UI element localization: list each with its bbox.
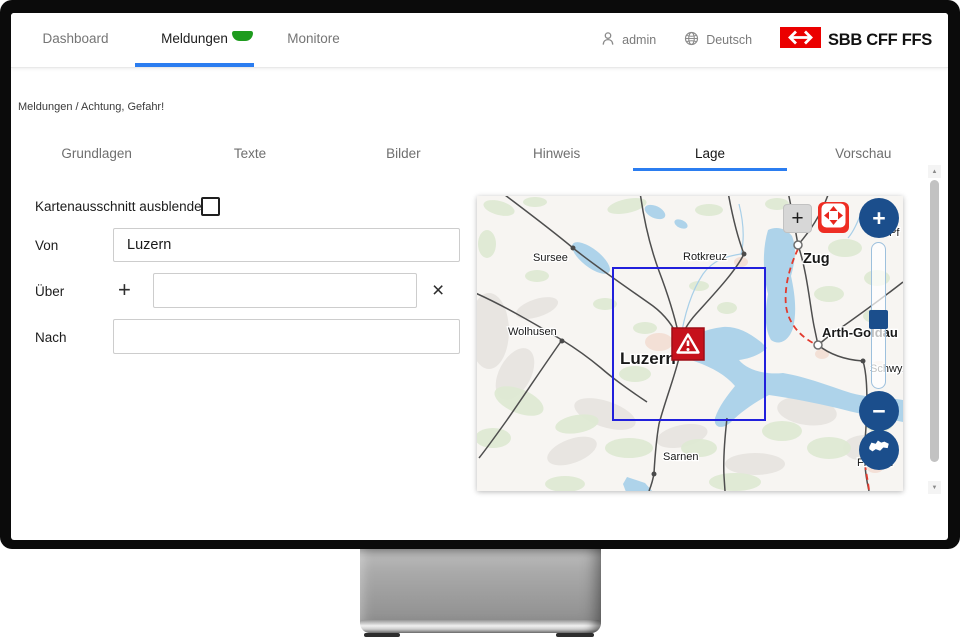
map-label-zug: Zug	[803, 251, 830, 267]
language-menu[interactable]: Deutsch	[684, 31, 752, 49]
nav-item-monitore[interactable]: Monitore	[254, 13, 373, 67]
nach-label: Nach	[35, 330, 67, 345]
language-label: Deutsch	[706, 33, 752, 47]
stand-foot-left	[364, 633, 400, 637]
clear-via-icon[interactable]: ×	[432, 280, 444, 301]
scroll-down-arrow[interactable]: ▼	[928, 481, 941, 494]
nav-utilities: admin Deutsch SBB CFF FFS	[601, 13, 948, 67]
globe-icon	[684, 31, 699, 49]
nach-input[interactable]	[113, 319, 460, 354]
von-input[interactable]	[113, 228, 460, 262]
switzerland-icon	[866, 434, 892, 466]
map-label-wolhusen: Wolhusen	[508, 326, 557, 338]
scrollbar-thumb[interactable]	[930, 180, 939, 462]
sbb-logo: SBB CFF FFS	[780, 27, 932, 53]
von-label: Von	[35, 238, 58, 253]
stand-foot-right	[556, 633, 594, 637]
zoom-in-button[interactable]: +	[859, 198, 899, 238]
user-icon	[601, 31, 615, 49]
tab-label: Lage	[695, 146, 725, 161]
warning-marker-icon[interactable]	[672, 328, 704, 360]
ueber-input[interactable]	[153, 273, 417, 308]
tab-hinweis[interactable]: Hinweis	[480, 139, 633, 171]
zoom-slider-handle[interactable]	[869, 310, 888, 329]
tab-vorschau[interactable]: Vorschau	[787, 139, 940, 171]
nav-item-label: Dashboard	[42, 31, 108, 46]
map-panel[interactable]: Sursee Rotkreuz Zug Wolhusen Luzern Arth…	[477, 196, 903, 491]
nav-item-meldungen[interactable]: Meldungen	[135, 13, 254, 67]
nav-item-dashboard[interactable]: Dashboard	[16, 13, 135, 67]
move-arrows-icon	[818, 200, 849, 236]
reset-view-button[interactable]	[859, 430, 899, 470]
page-scrollbar[interactable]: ▲ ▼	[928, 165, 941, 494]
notification-badge	[232, 31, 253, 41]
stand-base	[360, 620, 601, 633]
map-canvas[interactable]: Sursee Rotkreuz Zug Wolhusen Luzern Arth…	[477, 196, 903, 491]
hide-map-label: Kartenausschnitt ausblenden	[35, 199, 209, 214]
nav-item-label: Monitore	[287, 31, 340, 46]
scroll-up-arrow[interactable]: ▲	[928, 165, 941, 178]
hide-map-checkbox[interactable]	[201, 197, 220, 216]
tab-label: Grundlagen	[61, 146, 132, 161]
map-label-rotkreuz: Rotkreuz	[683, 251, 727, 263]
zoom-out-button[interactable]: −	[859, 391, 899, 431]
tab-bar: Grundlagen Texte Bilder Hinweis Lage Vor…	[20, 139, 940, 171]
tab-bilder[interactable]: Bilder	[327, 139, 480, 171]
app-window: Dashboard Meldungen Monitore admin	[11, 13, 948, 540]
tab-grundlagen[interactable]: Grundlagen	[20, 139, 173, 171]
tab-texte[interactable]: Texte	[173, 139, 326, 171]
monitor: Dashboard Meldungen Monitore admin	[0, 0, 960, 638]
map-label-sarnen: Sarnen	[663, 451, 698, 463]
draw-rectangle-button[interactable]: +	[783, 204, 812, 233]
tab-label: Hinweis	[533, 146, 580, 161]
tab-label: Vorschau	[835, 146, 891, 161]
tab-label: Texte	[234, 146, 266, 161]
map-label-sursee: Sursee	[533, 252, 568, 264]
monitor-stand	[360, 549, 601, 638]
brand-wordmark: SBB CFF FFS	[828, 31, 932, 50]
main-menu: Dashboard Meldungen Monitore	[11, 13, 373, 67]
tab-lage[interactable]: Lage	[633, 139, 786, 171]
breadcrumb: Meldungen / Achtung, Gefahr!	[18, 101, 164, 113]
add-via-icon[interactable]: +	[118, 279, 131, 301]
map-label-luzern: Luzern	[620, 349, 676, 368]
nav-item-label: Meldungen	[161, 31, 228, 46]
user-menu[interactable]: admin	[601, 31, 656, 49]
user-name: admin	[622, 33, 656, 47]
sbb-flag-icon	[780, 27, 821, 53]
ueber-label: Über	[35, 284, 64, 299]
stand-body	[360, 549, 601, 624]
tab-label: Bilder	[386, 146, 421, 161]
move-tool-button[interactable]	[818, 202, 849, 233]
top-nav: Dashboard Meldungen Monitore admin	[11, 13, 948, 68]
